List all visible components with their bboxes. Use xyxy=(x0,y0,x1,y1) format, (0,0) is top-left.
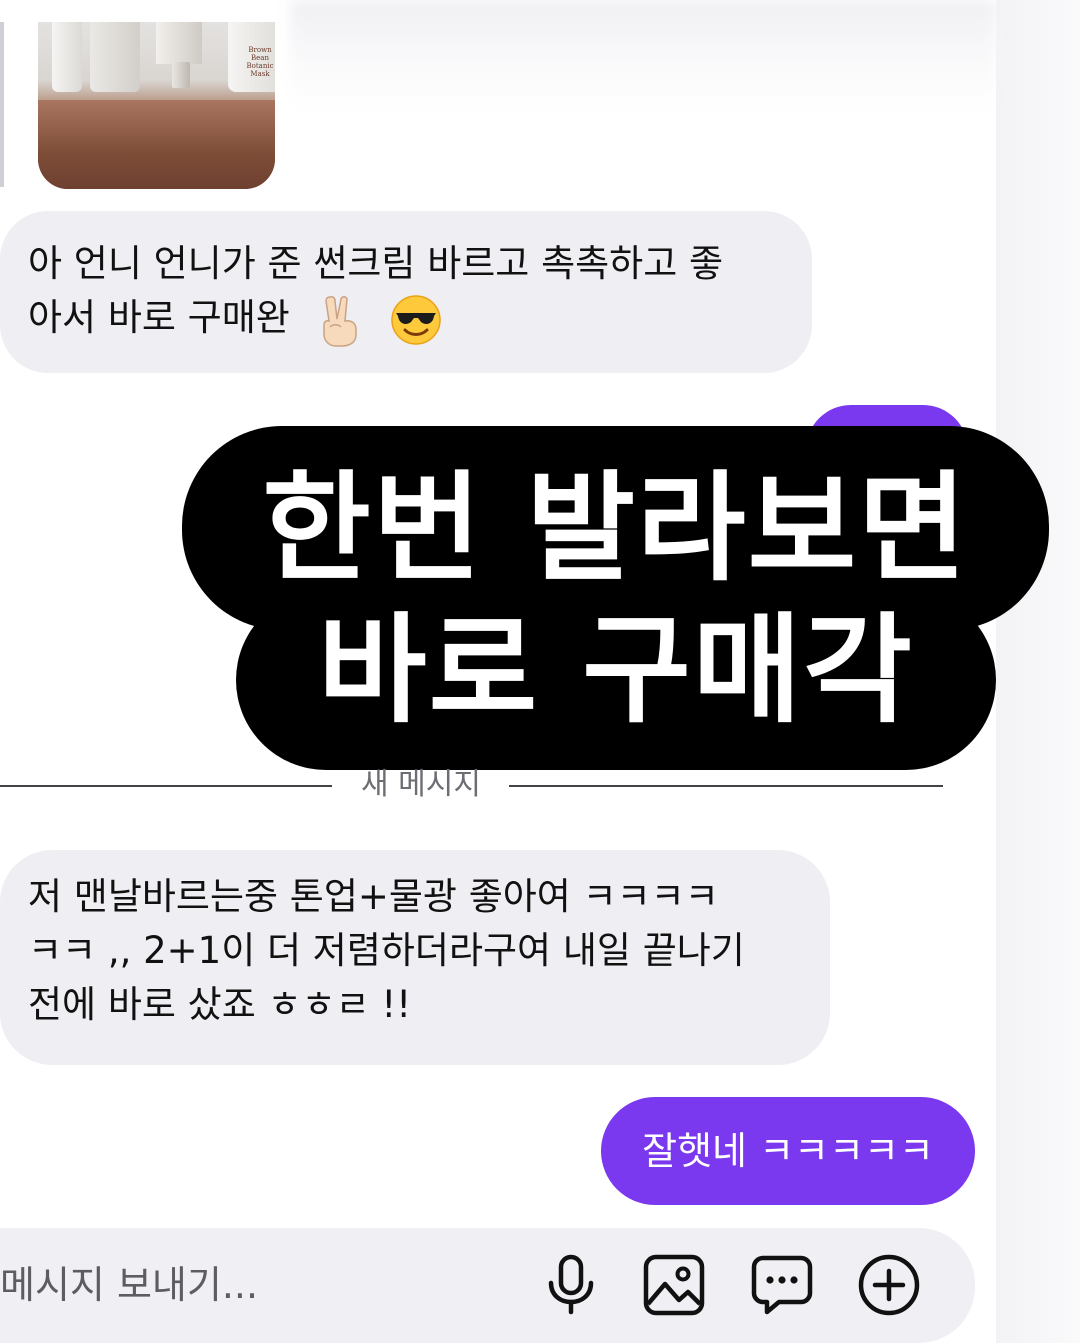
sticker-button[interactable] xyxy=(749,1252,815,1318)
smiling-face-with-sunglasses-icon xyxy=(390,294,442,346)
shared-product-photo[interactable]: Brown Bean Botanic Mask xyxy=(38,22,275,189)
more-options-button[interactable] xyxy=(856,1252,922,1318)
microphone-icon xyxy=(544,1254,598,1316)
message-line: 전에 바로 샀죠 ㅎㅎㄹ !! xyxy=(28,983,412,1026)
new-message-divider-label: 새 메시지 xyxy=(361,767,481,802)
victory-hand-icon xyxy=(318,293,362,347)
divider-line xyxy=(0,785,332,787)
screen-edge xyxy=(996,0,1080,1343)
message-line-text: 아서 바로 구매완 xyxy=(28,296,290,339)
bottle-image xyxy=(52,22,82,92)
message-input[interactable] xyxy=(0,1228,520,1343)
message-line: ㅋㅋ ,, 2+1이 더 저렴하더라구여 내일 끝나기 xyxy=(28,929,745,972)
gallery-button[interactable] xyxy=(641,1252,707,1318)
chat-screen: Brown Bean Botanic Mask 아 언니 언니가 준 썬크림 바… xyxy=(0,0,1080,1343)
chat-bubble-icon xyxy=(751,1254,813,1316)
message-composer: 메시지 보내기... xyxy=(0,1228,975,1343)
tube-image xyxy=(156,22,202,64)
message-bubble-outgoing[interactable]: 잘햇네 ㅋㅋㅋㅋㅋ xyxy=(601,1097,975,1205)
plus-circle-icon xyxy=(857,1253,921,1317)
message-line: 저 맨날바르는중 톤업+물광 좋아여 ㅋㅋㅋㅋ xyxy=(28,875,719,918)
top-blur xyxy=(290,0,996,110)
reply-indicator xyxy=(0,22,4,187)
message-line: 아서 바로 구매완 xyxy=(28,291,782,347)
message-line: 아 언니 언니가 준 썬크림 바르고 촉촉하고 좋 xyxy=(28,242,724,285)
message-bubble-incoming[interactable]: 아 언니 언니가 준 썬크림 바르고 촉촉하고 좋 아서 바로 구매완 xyxy=(0,211,812,373)
jar-label: Brown Bean Botanic Mask xyxy=(246,46,274,78)
message-bubble-incoming[interactable]: 저 맨날바르는중 톤업+물광 좋아여 ㅋㅋㅋㅋ ㅋㅋ ,, 2+1이 더 저렴하… xyxy=(0,850,830,1065)
divider-line xyxy=(509,785,943,787)
overlay-caption-line-2: 바로 구매각 xyxy=(236,590,996,770)
bottle-image xyxy=(90,22,140,92)
microphone-button[interactable] xyxy=(538,1252,604,1318)
image-icon xyxy=(643,1254,705,1316)
